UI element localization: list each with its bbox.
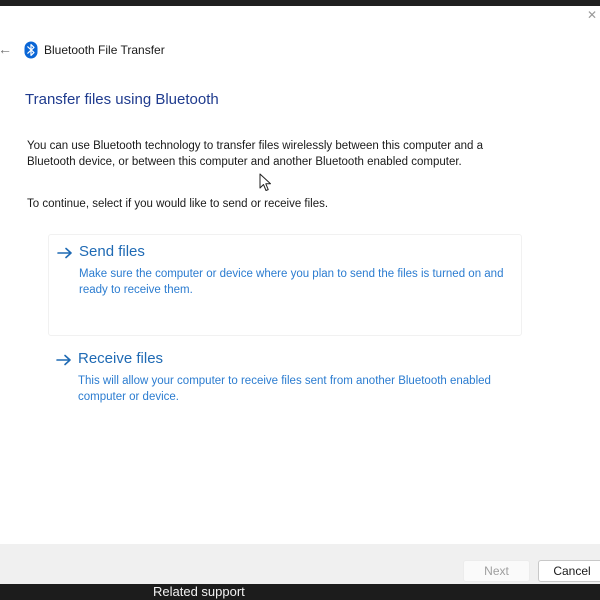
bluetooth-icon	[24, 41, 38, 59]
send-files-title-row[interactable]: Send files	[57, 243, 145, 260]
send-files-label[interactable]: Send files	[79, 243, 145, 260]
receive-files-option[interactable]: Receive files This will allow your compu…	[48, 342, 520, 412]
arrow-right-icon	[57, 246, 73, 258]
window-title: Bluetooth File Transfer	[44, 43, 165, 57]
receive-files-label[interactable]: Receive files	[78, 350, 163, 367]
bluetooth-file-transfer-window: ✕ ← Bluetooth File Transfer Transfer fil…	[0, 6, 600, 584]
close-icon[interactable]: ✕	[586, 8, 598, 22]
taskbar: Related support	[0, 584, 600, 600]
receive-files-title-row[interactable]: Receive files	[56, 350, 163, 367]
title-bar: Bluetooth File Transfer	[24, 40, 165, 60]
send-files-description: Make sure the computer or device where y…	[79, 268, 504, 296]
back-arrow-icon[interactable]: ←	[0, 42, 12, 56]
description-text: You can use Bluetooth technology to tran…	[27, 140, 484, 168]
page-heading: Transfer files using Bluetooth	[25, 91, 219, 108]
related-support-link[interactable]: Related support	[153, 584, 245, 600]
instruction-text: To continue, select if you would like to…	[27, 198, 329, 210]
receive-files-description: This will allow your computer to receive…	[78, 375, 491, 403]
dialog-footer: Next Cancel	[0, 544, 600, 584]
next-button[interactable]: Next	[463, 560, 530, 582]
cancel-button[interactable]: Cancel	[538, 560, 600, 582]
arrow-right-icon	[56, 353, 72, 365]
mouse-cursor-icon	[259, 173, 273, 193]
send-files-option[interactable]: Send files Make sure the computer or dev…	[48, 234, 522, 336]
